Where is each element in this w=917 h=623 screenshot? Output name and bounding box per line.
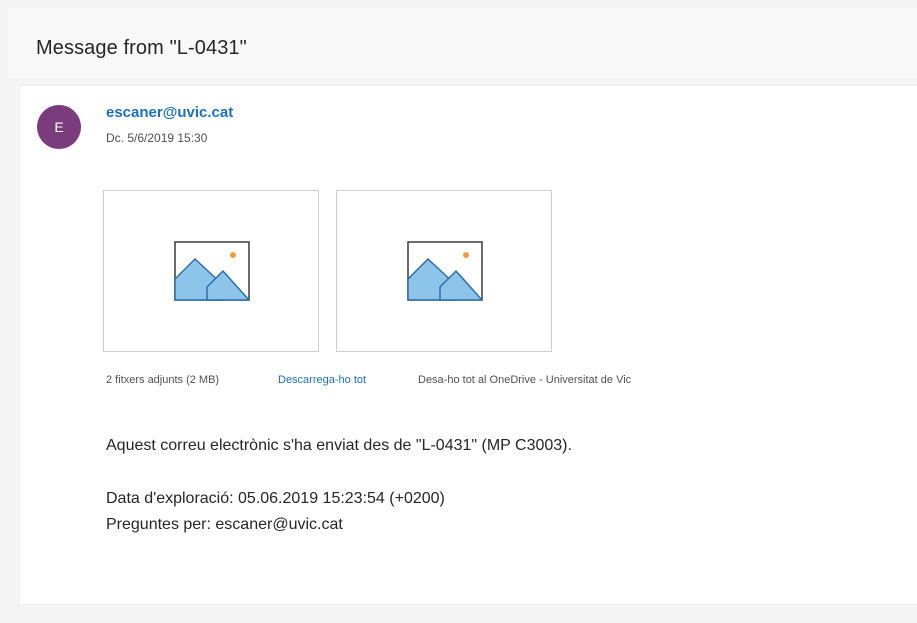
image-icon: [174, 241, 250, 301]
download-all-link[interactable]: Descarrega-ho tot: [278, 374, 366, 386]
sender-email[interactable]: escaner@uvic.cat: [106, 104, 233, 121]
message-body-line: Data d'exploració: 05.06.2019 15:23:54 (…: [106, 490, 445, 507]
attachment-thumbnail[interactable]: [336, 190, 552, 352]
sender-avatar[interactable]: E: [37, 105, 81, 149]
message-subject: Message from "L-0431": [36, 37, 247, 59]
save-to-onedrive-link[interactable]: Desa-ho tot al OneDrive - Universitat de…: [418, 374, 631, 386]
message-body-line: Aquest correu electrònic s'ha enviat des…: [106, 437, 572, 454]
message-header: Message from "L-0431": [8, 8, 917, 78]
image-icon: [407, 241, 483, 301]
attachment-thumbnail[interactable]: [103, 190, 319, 352]
attachments-count: 2 fitxers adjunts (2 MB): [106, 374, 220, 386]
message-body-line: Preguntes per: escaner@uvic.cat: [106, 516, 343, 533]
message-view: Message from "L-0431" E escaner@uvic.cat…: [0, 0, 917, 623]
message-card: E escaner@uvic.cat Dc. 5/6/2019 15:30 2 …: [19, 85, 917, 605]
avatar-initial: E: [54, 119, 64, 135]
message-date: Dc. 5/6/2019 15:30: [106, 131, 208, 145]
